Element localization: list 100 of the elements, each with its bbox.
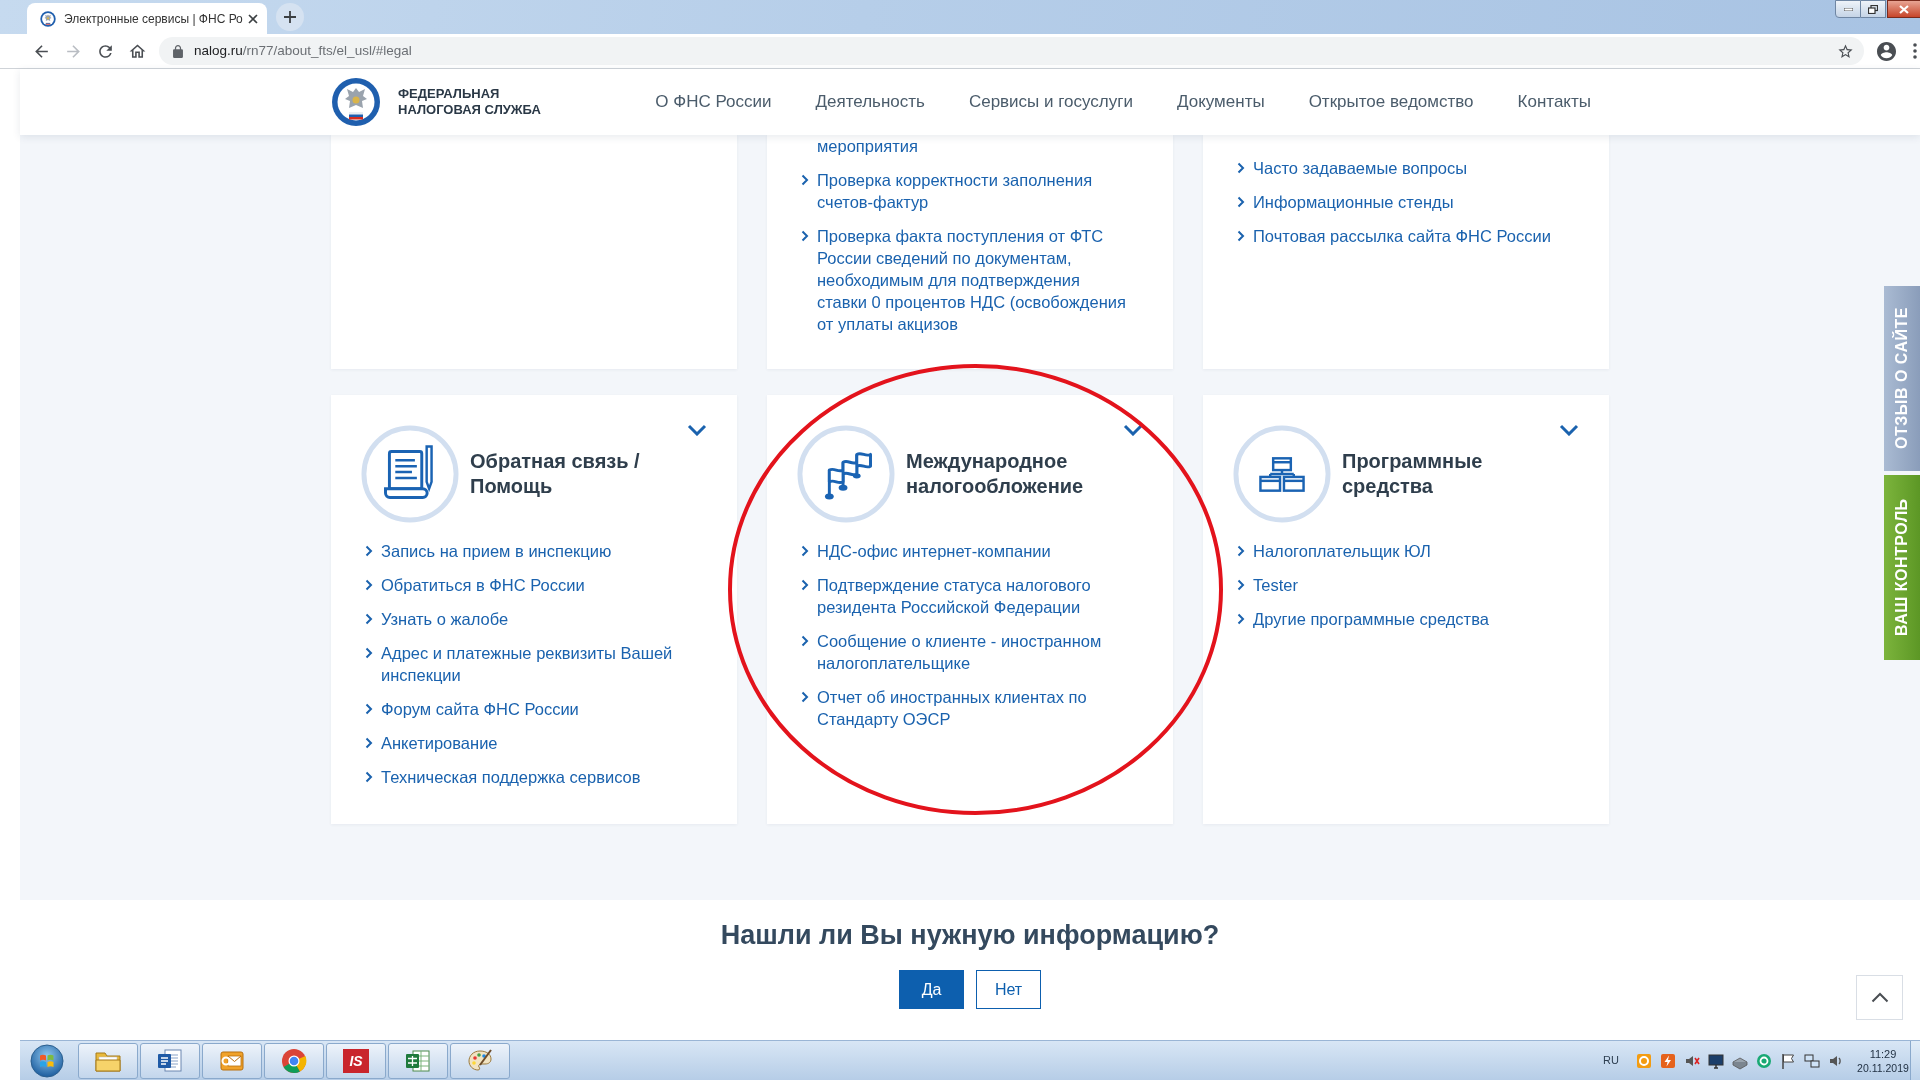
restore-icon [1868, 4, 1878, 14]
service-link[interactable]: Адрес и платежные реквизиты Вашей инспекции [381, 642, 691, 686]
service-link[interactable]: Подтверждение статуса налогового резидента Российской Федерации [817, 574, 1127, 618]
chevron-down-icon[interactable] [1123, 424, 1143, 436]
flags-icon [797, 425, 895, 523]
answer-button[interactable]: Нет [976, 970, 1041, 1009]
close-icon[interactable] [248, 13, 258, 24]
menu-icon[interactable] [1913, 43, 1917, 59]
chevron-right-icon [1237, 162, 1245, 174]
card-title: Международное налогообложение [906, 449, 1085, 499]
service-link[interactable]: Обратиться в ФНС России [381, 574, 691, 596]
chevron-right-icon [365, 771, 373, 783]
emblem-icon[interactable] [331, 77, 381, 127]
service-link[interactable]: Проверка корректности заполнения счетов-фактур [817, 169, 1127, 213]
start-orb-icon [30, 1043, 64, 1078]
network-icon[interactable] [1803, 1051, 1821, 1070]
app-logo: IS [343, 1048, 369, 1073]
nav-link[interactable]: Документы [1177, 89, 1265, 115]
chevron-right-icon [801, 579, 809, 591]
chevron-right-icon [801, 174, 809, 186]
feedback-question: Нашли ли Вы нужную информацию? [720, 919, 1220, 952]
close-button[interactable] [1887, 0, 1920, 18]
service-link[interactable]: Информационные стенды [1253, 191, 1563, 213]
taskbar-button[interactable] [388, 1042, 448, 1079]
chevron-right-icon [365, 579, 373, 591]
answer-button[interactable]: Да [899, 970, 964, 1009]
restore-button[interactable] [1861, 0, 1886, 18]
chevron-right-icon [365, 545, 373, 557]
palette-icon [467, 1047, 493, 1074]
service-link[interactable]: Анкетирование [381, 732, 691, 754]
service-link[interactable]: Техническая поддержка сервисов [381, 766, 691, 788]
app-windows-icon [1233, 425, 1331, 523]
service-link[interactable]: Часто задаваемые вопросы [1253, 157, 1563, 179]
logo-text: ФЕДЕРАЛЬНАЯ [398, 86, 501, 102]
star-icon[interactable] [1837, 42, 1854, 60]
chevron-down-icon[interactable] [1559, 424, 1579, 436]
service-link[interactable]: Налогоплательщик ЮЛ [1253, 540, 1563, 562]
service-link[interactable]: Форум сайта ФНС России [381, 698, 691, 720]
spreadsheet-icon [405, 1047, 431, 1074]
service-link[interactable]: Tester [1253, 574, 1563, 596]
minimize-icon [1843, 7, 1853, 11]
service-link[interactable]: Отчет об иностранных клиентах по Стандарту ОЭСР [817, 686, 1127, 730]
clock-date[interactable]: 20.11.2019 [1857, 1060, 1909, 1075]
nav-link[interactable]: Контакты [1517, 89, 1591, 115]
account-icon[interactable] [1877, 41, 1896, 61]
taskbar-button[interactable] [140, 1042, 200, 1079]
nav-link[interactable]: Деятельность [815, 89, 925, 115]
language-indicator[interactable]: RU [1603, 1052, 1619, 1069]
home-icon[interactable] [128, 41, 147, 61]
nav-link[interactable]: Сервисы и госуслуги [968, 89, 1133, 115]
service-link[interactable]: НДС-офис интернет-компании [817, 540, 1127, 562]
chevron-up-icon [1870, 992, 1889, 1003]
nav-link[interactable]: Открытое ведомство [1308, 89, 1474, 115]
back-to-top-button[interactable] [1856, 975, 1903, 1020]
logo-text: НАЛОГОВАЯ СЛУЖБА [398, 102, 541, 118]
monitor-icon[interactable] [1707, 1051, 1725, 1070]
emblem-icon [40, 10, 56, 27]
service-link[interactable]: Запись на прием в инспекцию [381, 540, 691, 562]
url-text: nalog.ru/rn77/about_fts/el_usl/#legal [194, 41, 412, 60]
document-icon [157, 1047, 183, 1074]
chevron-right-icon [1237, 613, 1245, 625]
service-link[interactable]: Сообщение о клиенте - иностранном налогоплательщике [817, 630, 1127, 674]
service-link[interactable]: Другие программные средства [1253, 608, 1563, 630]
flag-icon[interactable] [1779, 1051, 1797, 1070]
ring-tile-icon[interactable] [1635, 1051, 1653, 1070]
service-link[interactable]: мероприятия [817, 135, 1127, 157]
address-bar[interactable]: nalog.ru/rn77/about_fts/el_usl/#legal [159, 37, 1864, 65]
card-title: Программные средства [1342, 449, 1484, 499]
ring-icon[interactable] [1755, 1051, 1773, 1070]
taskbar-button[interactable] [202, 1042, 262, 1079]
document-pen-icon [361, 425, 459, 523]
new-tab-button[interactable] [276, 3, 304, 31]
taskbar-button[interactable] [450, 1042, 510, 1079]
chevron-right-icon [365, 703, 373, 715]
clock-time[interactable]: 11:29 [1869, 1046, 1897, 1061]
bolt-tile-icon[interactable] [1659, 1051, 1677, 1070]
nav-link[interactable]: О ФНС России [655, 89, 772, 115]
chevron-right-icon [1237, 196, 1245, 208]
chevron-right-icon [365, 737, 373, 749]
service-link[interactable]: Почтовая рассылка сайта ФНС России [1253, 225, 1563, 247]
chevron-right-icon [801, 545, 809, 557]
chevron-right-icon [801, 691, 809, 703]
chevron-right-icon [1237, 579, 1245, 591]
tab-title: Электронные сервисы | ФНС Ро [64, 10, 244, 28]
chevron-right-icon [365, 613, 373, 625]
chevron-down-icon[interactable] [687, 424, 707, 436]
chevron-right-icon [1237, 230, 1245, 242]
card-title: Обратная связь / Помощь [470, 449, 641, 499]
taskbar-button[interactable]: IS [326, 1042, 386, 1079]
chevron-right-icon [365, 647, 373, 659]
service-link[interactable]: Проверка факта поступления от ФТС России сведений по документам, необходимым для подтверждения ставки 0 процентов НДС (освобождения от уплаты акцизов [817, 225, 1127, 335]
chevron-right-icon [801, 230, 809, 242]
lock-icon [172, 44, 184, 58]
taskbar-button[interactable] [264, 1042, 324, 1079]
chevron-right-icon [1237, 545, 1245, 557]
browser-icon [281, 1047, 307, 1074]
service-link[interactable]: Узнать о жалобе [381, 608, 691, 630]
plus-icon [284, 11, 296, 23]
chevron-right-icon [801, 635, 809, 647]
browser-tab[interactable]: Электронные сервисы | ФНС Ро [27, 3, 267, 34]
